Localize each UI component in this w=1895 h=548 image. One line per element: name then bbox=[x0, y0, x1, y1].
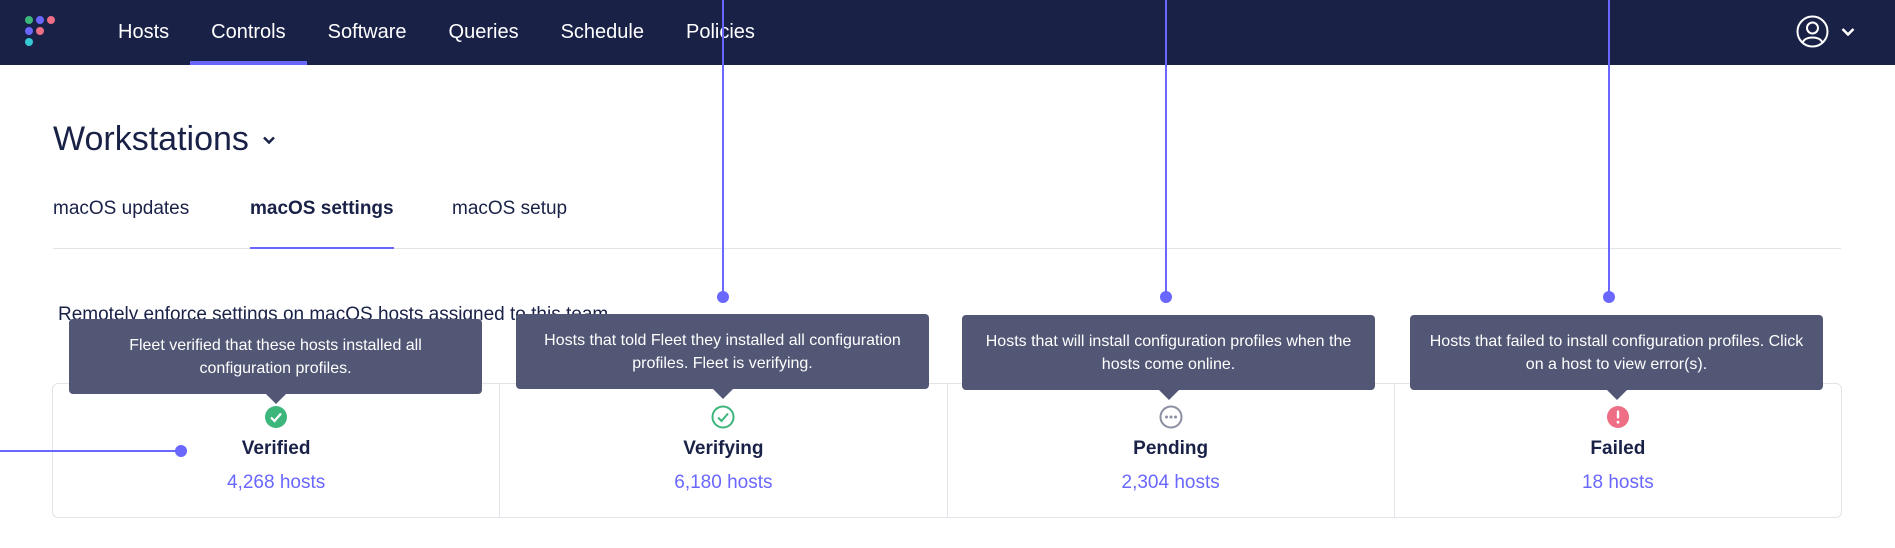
status-count[interactable]: 6,180 hosts bbox=[500, 472, 946, 494]
team-name: Workstations bbox=[53, 120, 249, 158]
nav-item-schedule[interactable]: Schedule bbox=[540, 0, 665, 65]
nav-item-queries[interactable]: Queries bbox=[428, 0, 540, 65]
callout-dot bbox=[175, 445, 187, 457]
tab-macos-setup[interactable]: macOS setup bbox=[452, 198, 567, 248]
status-label: Failed bbox=[1590, 438, 1646, 459]
tooltip-text: Hosts that failed to install configurati… bbox=[1429, 332, 1804, 373]
team-selector[interactable]: Workstations bbox=[53, 120, 275, 159]
tab-macos-updates[interactable]: macOS updates bbox=[53, 198, 189, 248]
check-filled-icon bbox=[265, 406, 288, 428]
status-count[interactable]: 2,304 hosts bbox=[948, 472, 1394, 494]
nav-item-policies[interactable]: Policies bbox=[665, 0, 776, 65]
nav-item-hosts[interactable]: Hosts bbox=[97, 0, 190, 65]
callout-line bbox=[1608, 0, 1610, 297]
tooltip-verifying: Hosts that told Fleet they installed all… bbox=[516, 314, 929, 399]
callout-line bbox=[1165, 0, 1167, 297]
tab-bar: macOS updates macOS settings macOS setup bbox=[53, 198, 1841, 249]
chevron-down-icon bbox=[1841, 27, 1855, 36]
callout-dot bbox=[1160, 291, 1172, 303]
status-count[interactable]: 18 hosts bbox=[1395, 472, 1841, 494]
status-summary: Verified 4,268 hosts Verifying 6,180 hos… bbox=[52, 383, 1842, 518]
user-menu[interactable] bbox=[1796, 15, 1855, 48]
status-label: Pending bbox=[1133, 438, 1209, 459]
callout-dot bbox=[717, 291, 729, 303]
status-pending[interactable]: Pending 2,304 hosts bbox=[946, 384, 1394, 517]
status-label: Verified bbox=[241, 438, 311, 459]
pending-icon bbox=[1159, 405, 1183, 429]
status-label: Verifying bbox=[683, 438, 764, 459]
tooltip-text: Hosts that told Fleet they installed all… bbox=[544, 331, 901, 372]
tooltip-text: Hosts that will install configuration pr… bbox=[985, 332, 1352, 373]
status-verifying[interactable]: Verifying 6,180 hosts bbox=[499, 384, 946, 517]
nav-item-controls[interactable]: Controls bbox=[190, 0, 308, 65]
avatar-icon bbox=[1796, 15, 1829, 48]
tooltip-pending: Hosts that will install configuration pr… bbox=[962, 315, 1375, 400]
tooltip-text: Fleet verified that these hosts installe… bbox=[129, 336, 422, 377]
status-failed[interactable]: Failed 18 hosts bbox=[1393, 384, 1841, 517]
tooltip-verified: Fleet verified that these hosts installe… bbox=[69, 319, 482, 404]
nav-menu: Hosts Controls Software Queries Schedule… bbox=[97, 0, 776, 65]
callout-line bbox=[722, 0, 724, 297]
tooltip-failed: Hosts that failed to install configurati… bbox=[1410, 315, 1823, 400]
check-outline-icon bbox=[711, 405, 735, 429]
callout-dot bbox=[1603, 291, 1615, 303]
tab-macos-settings[interactable]: macOS settings bbox=[250, 198, 394, 249]
chevron-down-icon bbox=[263, 136, 275, 144]
callout-line bbox=[0, 450, 180, 452]
top-nav: Hosts Controls Software Queries Schedule… bbox=[0, 0, 1895, 65]
nav-item-software[interactable]: Software bbox=[307, 0, 428, 65]
fleet-logo[interactable] bbox=[23, 14, 59, 50]
status-count[interactable]: 4,268 hosts bbox=[53, 472, 499, 494]
error-icon bbox=[1606, 406, 1629, 428]
